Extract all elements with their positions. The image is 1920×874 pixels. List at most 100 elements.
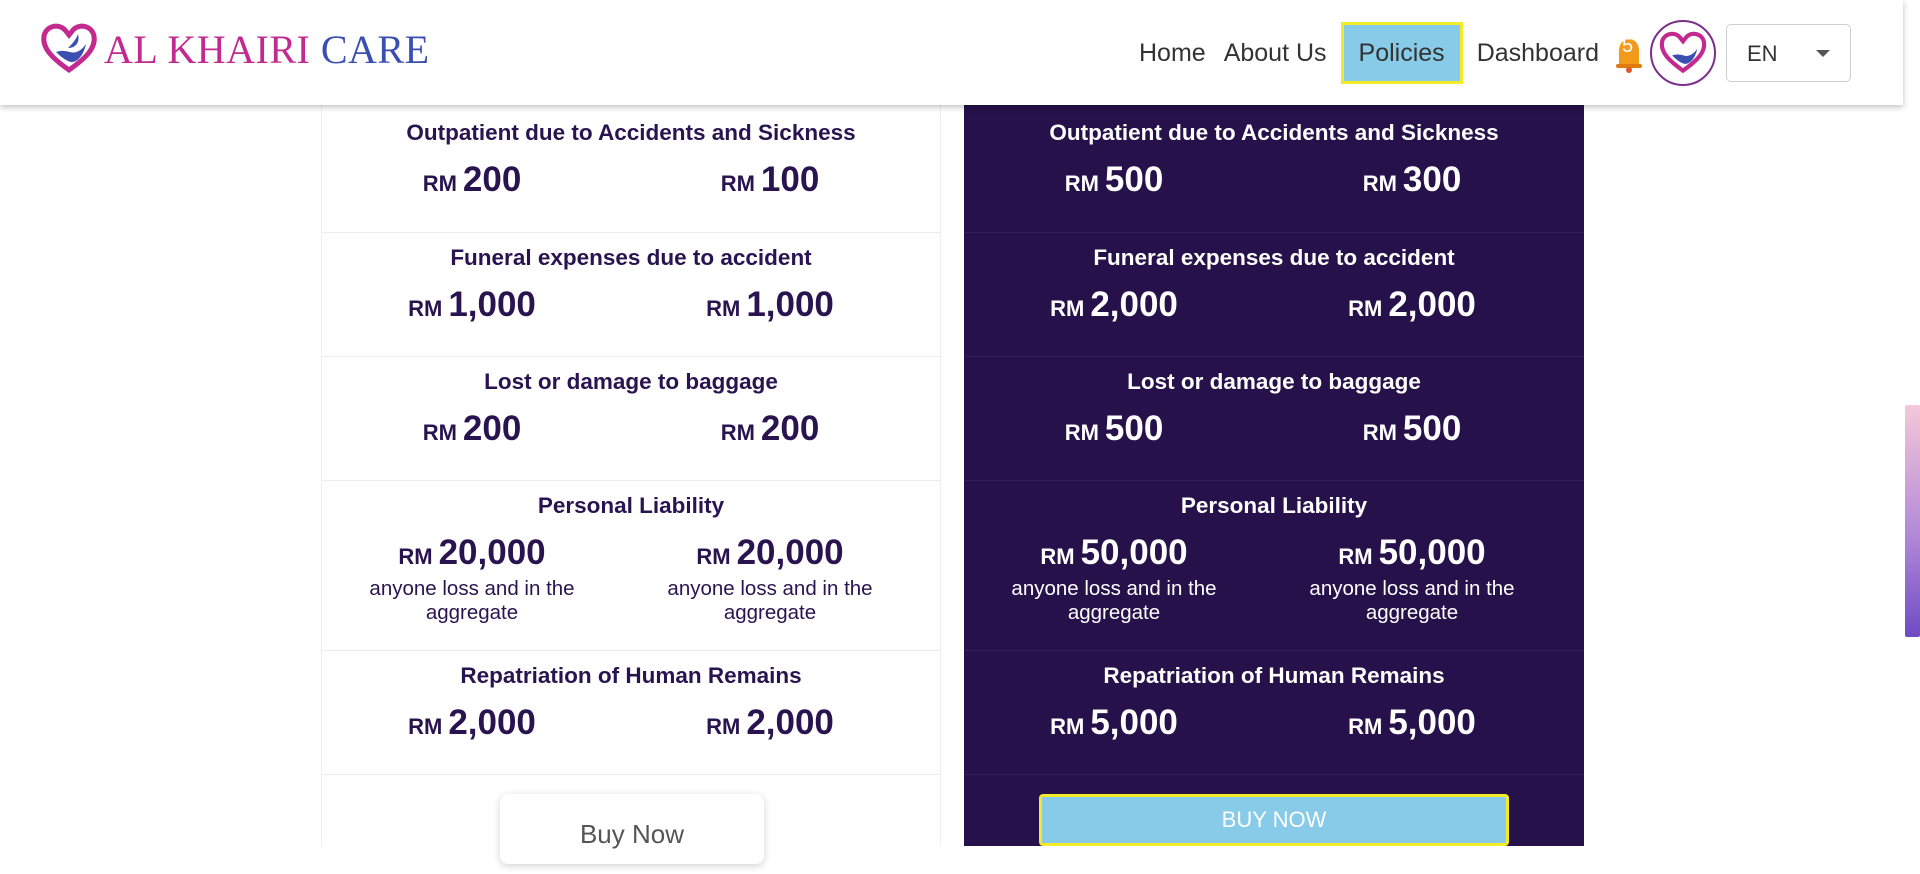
currency-label: RM bbox=[408, 296, 443, 321]
nav-policies[interactable]: Policies bbox=[1340, 21, 1463, 84]
benefit-amount: RM 500 bbox=[964, 409, 1264, 449]
currency-label: RM bbox=[706, 714, 741, 739]
currency-label: RM bbox=[1362, 171, 1397, 196]
language-value: EN bbox=[1747, 40, 1778, 66]
benefit-title: Outpatient due to Accidents and Sickness bbox=[1049, 120, 1499, 145]
brand-logo[interactable]: AL KHAIRI CARE bbox=[38, 18, 430, 80]
amount-value: 50,000 bbox=[1080, 533, 1188, 572]
currency-label: RM bbox=[1348, 714, 1383, 739]
benefit-title: Repatriation of Human Remains bbox=[460, 663, 802, 688]
benefit-amount: RM 500 bbox=[1262, 409, 1562, 449]
benefit-title: Outpatient due to Accidents and Sickness bbox=[406, 120, 856, 145]
buy-now-button[interactable]: Buy Now bbox=[500, 794, 764, 864]
currency-label: RM bbox=[1064, 420, 1099, 445]
nav-about-us[interactable]: About Us bbox=[1215, 22, 1336, 84]
amount-value: 5,000 bbox=[1388, 703, 1476, 742]
benefit-amount: RM 2,000 bbox=[964, 285, 1264, 325]
amount-value: 100 bbox=[760, 160, 820, 199]
amount-value: 200 bbox=[462, 160, 522, 199]
currency-label: RM bbox=[408, 714, 443, 739]
note-line: anyone loss and in the bbox=[369, 577, 575, 600]
brand-name-part2: CARE bbox=[320, 26, 430, 72]
benefit-note: anyone loss and in the aggregate bbox=[322, 577, 622, 625]
note-line: anyone loss and in the bbox=[1011, 577, 1217, 600]
plan-card-premium: Outpatient due to Accidents and Sickness… bbox=[964, 0, 1584, 846]
benefit-row: Funeral expenses due to accident RM 2,000… bbox=[964, 233, 1584, 357]
benefit-title: Funeral expenses due to accident bbox=[1093, 245, 1455, 270]
brand-name: AL KHAIRI CARE bbox=[104, 26, 430, 73]
benefit-note: anyone loss and in the aggregate bbox=[964, 577, 1264, 625]
benefit-title: Lost or damage to baggage bbox=[484, 369, 778, 394]
benefit-amount: RM 300 bbox=[1262, 160, 1562, 200]
amount-value: 1,000 bbox=[448, 285, 536, 324]
benefit-row: Repatriation of Human Remains RM 5,000 RM… bbox=[964, 651, 1584, 775]
benefit-amount: RM 1,000 bbox=[620, 285, 920, 325]
amount-value: 200 bbox=[760, 409, 820, 448]
buy-now-button[interactable]: BUY NOW bbox=[1039, 794, 1509, 846]
currency-label: RM bbox=[1362, 420, 1397, 445]
language-select[interactable]: EN bbox=[1726, 23, 1851, 82]
currency-label: RM bbox=[706, 296, 741, 321]
note-line: anyone loss and in the bbox=[1309, 577, 1515, 600]
amount-value: 500 bbox=[1104, 160, 1164, 199]
amount-value: 200 bbox=[462, 409, 522, 448]
benefit-amount: RM 50,000 bbox=[964, 533, 1264, 573]
currency-label: RM bbox=[720, 171, 755, 196]
benefit-amount: RM 200 bbox=[322, 409, 622, 449]
notification-button[interactable]: 5 bbox=[1612, 33, 1646, 73]
amount-value: 50,000 bbox=[1378, 533, 1486, 572]
nav-home[interactable]: Home bbox=[1130, 22, 1215, 84]
currency-label: RM bbox=[422, 420, 457, 445]
benefit-note: anyone loss and in the aggregate bbox=[620, 577, 920, 625]
benefit-amount: RM 50,000 bbox=[1262, 533, 1562, 573]
note-line: aggregate bbox=[723, 601, 817, 624]
currency-label: RM bbox=[398, 544, 433, 569]
currency-label: RM bbox=[1348, 296, 1383, 321]
amount-value: 20,000 bbox=[438, 533, 546, 572]
benefit-amount: RM 500 bbox=[964, 160, 1264, 200]
benefit-row: Personal Liability RM 20,000 RM 20,000 any… bbox=[322, 481, 940, 651]
amount-value: 5,000 bbox=[1090, 703, 1178, 742]
currency-label: RM bbox=[696, 544, 731, 569]
benefit-row: Funeral expenses due to accident RM 1,000… bbox=[322, 233, 940, 357]
amount-value: 500 bbox=[1402, 409, 1462, 448]
currency-label: RM bbox=[1338, 544, 1373, 569]
benefit-row: Lost or damage to baggage RM 200 RM 200 bbox=[322, 357, 940, 481]
amount-value: 1,000 bbox=[746, 285, 834, 324]
amount-value: 2,000 bbox=[1388, 285, 1476, 324]
currency-label: RM bbox=[720, 420, 755, 445]
note-line: aggregate bbox=[425, 601, 519, 624]
benefit-title: Personal Liability bbox=[1180, 493, 1368, 518]
currency-label: RM bbox=[1064, 171, 1099, 196]
nav-dashboard[interactable]: Dashboard bbox=[1468, 22, 1608, 84]
note-line: anyone loss and in the bbox=[667, 577, 873, 600]
benefit-amount: RM 100 bbox=[620, 160, 920, 200]
top-navbar: AL KHAIRI CARE Home About Us Policies Da… bbox=[0, 0, 1903, 105]
benefit-amount: RM 5,000 bbox=[1262, 703, 1562, 743]
currency-label: RM bbox=[1050, 296, 1085, 321]
main-nav: Home About Us Policies Dashboard 5 EN bbox=[1130, 0, 1851, 105]
benefit-amount: RM 20,000 bbox=[620, 533, 920, 573]
benefit-row: Personal Liability RM 50,000 RM 50,000 any… bbox=[964, 481, 1584, 651]
scrollbar-thumb[interactable] bbox=[1905, 405, 1920, 637]
amount-value: 2,000 bbox=[1090, 285, 1178, 324]
benefit-title: Funeral expenses due to accident bbox=[450, 245, 812, 270]
plan-card-basic: Outpatient due to Accidents and Sickness… bbox=[321, 0, 941, 864]
chevron-down-icon bbox=[1816, 49, 1830, 57]
note-line: aggregate bbox=[1365, 601, 1459, 624]
amount-value: 500 bbox=[1104, 409, 1164, 448]
benefit-amount: RM 2,000 bbox=[620, 703, 920, 743]
currency-label: RM bbox=[1040, 544, 1075, 569]
currency-label: RM bbox=[1050, 714, 1085, 739]
user-avatar[interactable] bbox=[1650, 19, 1716, 86]
brand-name-part1: AL KHAIRI bbox=[104, 26, 311, 72]
benefit-amount: RM 2,000 bbox=[322, 703, 622, 743]
benefit-amount: RM 20,000 bbox=[322, 533, 622, 573]
benefit-amount: RM 1,000 bbox=[322, 285, 622, 325]
benefit-amount: RM 5,000 bbox=[964, 703, 1264, 743]
benefit-title: Lost or damage to baggage bbox=[1127, 369, 1421, 394]
benefit-title: Personal Liability bbox=[537, 493, 725, 518]
benefit-row: Repatriation of Human Remains RM 2,000 RM… bbox=[322, 651, 940, 775]
notification-count-badge: 5 bbox=[1622, 34, 1634, 57]
benefit-title: Repatriation of Human Remains bbox=[1103, 663, 1445, 688]
